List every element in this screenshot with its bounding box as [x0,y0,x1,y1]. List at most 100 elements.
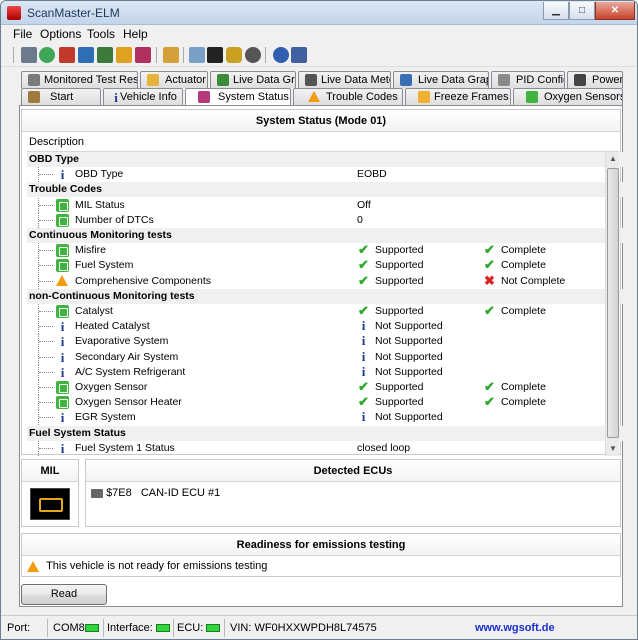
status-ok-icon [56,259,69,273]
battery-icon[interactable] [226,47,242,63]
tab-start[interactable]: Start [21,88,101,105]
scroll-thumb[interactable] [607,168,619,438]
actuator-icon[interactable] [135,47,151,63]
support-value: Supported [375,305,424,317]
check-icon: ✔ [484,257,495,273]
website-link[interactable]: www.wgsoft.de [475,622,555,634]
tab-row-top: Monitored Test Results Actuator Live Dat… [19,71,623,88]
scroll-down-icon[interactable]: ▼ [606,442,620,456]
tab-system-status[interactable]: System Status [185,88,291,105]
status-row[interactable]: MIL Status Off [27,197,625,213]
category-row[interactable]: OBD Type [27,152,625,167]
status-row[interactable]: i Secondary Air System i Not Supported [27,349,625,365]
menu-options[interactable]: Options [40,27,81,41]
status-row[interactable]: Misfire ✔ Supported ✔ Complete [27,243,625,259]
detected-ecus-title: Detected ECUs [86,460,620,482]
chart-icon[interactable] [116,47,132,63]
toolbar [1,43,637,67]
connect-icon[interactable] [21,47,37,63]
chat-icon[interactable] [189,47,205,63]
category-row[interactable]: non-Continuous Monitoring tests [27,288,625,304]
menu-file[interactable]: File [13,27,32,41]
readiness-title: Readiness for emissions testing [22,534,620,556]
tab-power[interactable]: Power [567,71,623,88]
row-label: Oxygen Sensor Heater [75,396,182,409]
status-row[interactable]: Fuel System ✔ Supported ✔ Complete [27,258,625,274]
exit-icon[interactable] [291,47,307,63]
row-label: Heated Catalyst [75,320,150,333]
tab-row-bottom: Start i Vehicle Info System Status Troubl… [19,88,623,105]
tab-actuator[interactable]: Actuator [140,71,208,88]
support-value: Supported [375,396,424,409]
settings-icon[interactable] [245,47,261,63]
row-label: Misfire [75,244,106,257]
tab-oxygen-sensors[interactable]: Oxygen Sensors [513,88,623,105]
support-cell: ✔ Supported [357,258,423,273]
column-header-description[interactable]: Description [27,132,619,152]
tab-live-data-grid[interactable]: Live Data Grid [210,71,296,88]
terminal-icon[interactable] [207,47,223,63]
menu-bar: File Options Tools Help [1,25,637,43]
support-cell: Off [357,198,371,213]
app-window: ScanMaster-ELM ▁ □ ✕ File Options Tools … [0,0,638,640]
about-icon[interactable] [273,47,289,63]
globe-icon[interactable] [39,47,55,63]
tab-pid-config[interactable]: PID Config [491,71,565,88]
read-button[interactable]: Read [21,584,107,605]
status-row[interactable]: Comprehensive Components ✔ Supported ✖ Not C… [27,272,625,289]
category-row[interactable]: Continuous Monitoring tests [27,228,625,243]
status-row[interactable]: i A/C System Refrigerant i Not Supported [27,363,625,380]
tab-vehicle-info[interactable]: i Vehicle Info [103,88,183,105]
menu-tools[interactable]: Tools [87,27,115,41]
cross-icon: ✖ [484,272,495,288]
status-row[interactable]: Oxygen Sensor Heater ✔ Supported ✔ Complete [27,395,625,411]
close-button[interactable]: ✕ [595,2,635,20]
status-row[interactable]: Number of DTCs 0 [27,212,625,228]
completion-cell: ✔ Complete [483,258,546,273]
tab-trouble-codes[interactable]: Trouble Codes [293,88,403,105]
minimize-button[interactable]: ▁ [543,2,569,20]
support-value: EOBD [357,168,387,181]
completion-cell: ✖ Not Complete [483,272,565,289]
category-label: Continuous Monitoring tests [29,229,172,241]
status-row[interactable]: Oxygen Sensor ✔ Supported ✔ Complete [27,380,625,395]
toolbar-grip [13,47,14,63]
ecu-label: ECU: [177,622,204,634]
tab-live-data-meter[interactable]: Live Data Meter [298,71,391,88]
grid-icon[interactable] [78,47,94,63]
toolbar-separator [156,47,157,63]
category-row[interactable]: Trouble Codes [27,182,625,198]
tab-live-data-graph[interactable]: Live Data Graph [393,71,489,88]
status-separator [173,619,174,637]
status-row[interactable]: i Fuel System 1 Status closed loop [27,440,625,456]
completion-cell: ✔ Complete [483,304,546,319]
menu-help[interactable]: Help [123,27,148,41]
graph-icon[interactable] [97,47,113,63]
tab-freeze-frames[interactable]: Freeze Frames [405,88,511,105]
support-value: Off [357,198,371,211]
grid-scrollbar[interactable]: ▲ ▼ [605,152,619,456]
car-info-icon[interactable] [59,47,75,63]
tree-line [38,273,54,289]
tab-monitored-test-results[interactable]: Monitored Test Results [21,71,138,88]
warning-icon [308,91,320,103]
status-row[interactable]: Catalyst ✔ Supported ✔ Complete [27,304,625,319]
category-row[interactable]: Fuel System Status [27,425,625,441]
clipboard-icon[interactable] [163,47,179,63]
info-icon: i [361,363,366,379]
completion-value: Complete [501,259,546,272]
maximize-button[interactable]: □ [569,2,595,20]
status-row[interactable]: i EGR System i Not Supported [27,410,625,426]
system-status-grid: Description OBD Type i OBD Type EOBD Trouble… [27,132,625,456]
support-cell: 0 [357,213,363,228]
category-label: Trouble Codes [29,183,102,196]
row-label: Fuel System [75,259,134,272]
warning-icon [27,560,39,572]
ecu-list-item[interactable]: $7E8 CAN-ID ECU #1 [91,487,220,499]
status-row[interactable]: i OBD Type EOBD [27,167,625,183]
support-value: closed loop [357,441,411,454]
status-row[interactable]: i Evaporative System i Not Supported [27,334,625,350]
interface-led-icon [156,624,170,632]
status-row[interactable]: i Heated Catalyst i Not Supported [27,319,625,335]
scroll-up-icon[interactable]: ▲ [606,152,620,166]
